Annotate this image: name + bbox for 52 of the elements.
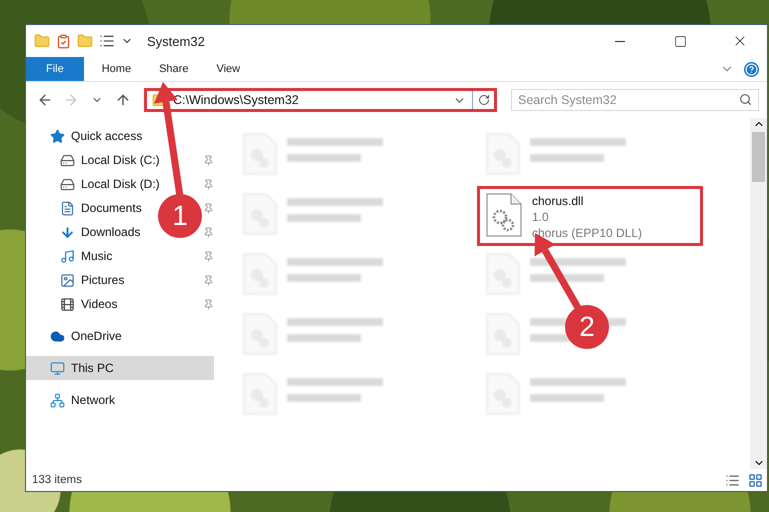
pin-icon[interactable] xyxy=(203,178,214,190)
large-icons-view-icon[interactable] xyxy=(748,472,763,488)
folder-icon xyxy=(34,33,50,49)
pin-icon[interactable] xyxy=(203,250,214,262)
monitor-icon xyxy=(50,360,65,376)
film-icon xyxy=(60,296,75,312)
network-icon xyxy=(50,392,65,408)
sidebar-item[interactable]: Videos xyxy=(26,292,124,316)
ribbon-tab[interactable]: View xyxy=(202,57,254,81)
details-view-icon[interactable] xyxy=(725,472,740,488)
picture-icon xyxy=(60,272,75,288)
download-icon xyxy=(60,224,75,240)
star-icon xyxy=(50,128,65,144)
sidebar-item[interactable]: Local Disk (D:) xyxy=(26,172,166,196)
pin-icon[interactable] xyxy=(203,226,214,238)
refresh-icon xyxy=(478,94,490,106)
dll-file-icon xyxy=(486,193,522,237)
scroll-thumb[interactable] xyxy=(752,132,765,182)
sidebar-item[interactable]: This PC xyxy=(26,356,214,380)
properties-icon[interactable] xyxy=(56,34,71,48)
ribbon-tab[interactable]: File xyxy=(26,57,84,81)
sidebar-item[interactable]: Downloads xyxy=(26,220,146,244)
drive-icon xyxy=(60,152,75,168)
file-item[interactable]: chorus.dll 1.0 chorus (EPP10 DLL) xyxy=(477,186,703,246)
ribbon-tab[interactable]: Home xyxy=(88,57,146,81)
pin-icon[interactable] xyxy=(203,274,214,286)
sidebar-item[interactable]: Pictures xyxy=(26,268,130,292)
document-icon xyxy=(60,200,75,216)
new-folder-icon[interactable] xyxy=(77,33,93,49)
sidebar-item[interactable]: Local Disk (C:) xyxy=(26,148,166,172)
drive-icon xyxy=(60,176,75,192)
sidebar-item[interactable]: Music xyxy=(26,244,118,268)
search-field[interactable]: Search System32 xyxy=(511,89,759,111)
sidebar-item[interactable]: Quick access xyxy=(26,124,214,148)
sidebar-item[interactable]: OneDrive xyxy=(26,324,214,348)
cloud-icon xyxy=(50,328,65,344)
pin-icon[interactable] xyxy=(203,202,214,214)
help-icon[interactable] xyxy=(744,62,759,76)
minimize-icon xyxy=(615,40,625,42)
ribbon-tab[interactable]: Share xyxy=(145,57,202,81)
list-icon[interactable] xyxy=(99,33,115,49)
window-title: System32 xyxy=(147,34,206,48)
music-note-icon xyxy=(60,248,75,264)
search-icon xyxy=(739,93,752,106)
pin-icon[interactable] xyxy=(203,154,214,166)
item-count: 133 items xyxy=(32,474,83,486)
sidebar-item[interactable]: Documents xyxy=(26,196,148,220)
address-bar[interactable]: C:\Windows\System32 xyxy=(144,88,497,112)
pin-icon[interactable] xyxy=(203,298,214,310)
forward-arrow-icon xyxy=(63,92,79,108)
sidebar-item[interactable]: Network xyxy=(26,388,214,412)
maximize-icon xyxy=(674,34,686,48)
